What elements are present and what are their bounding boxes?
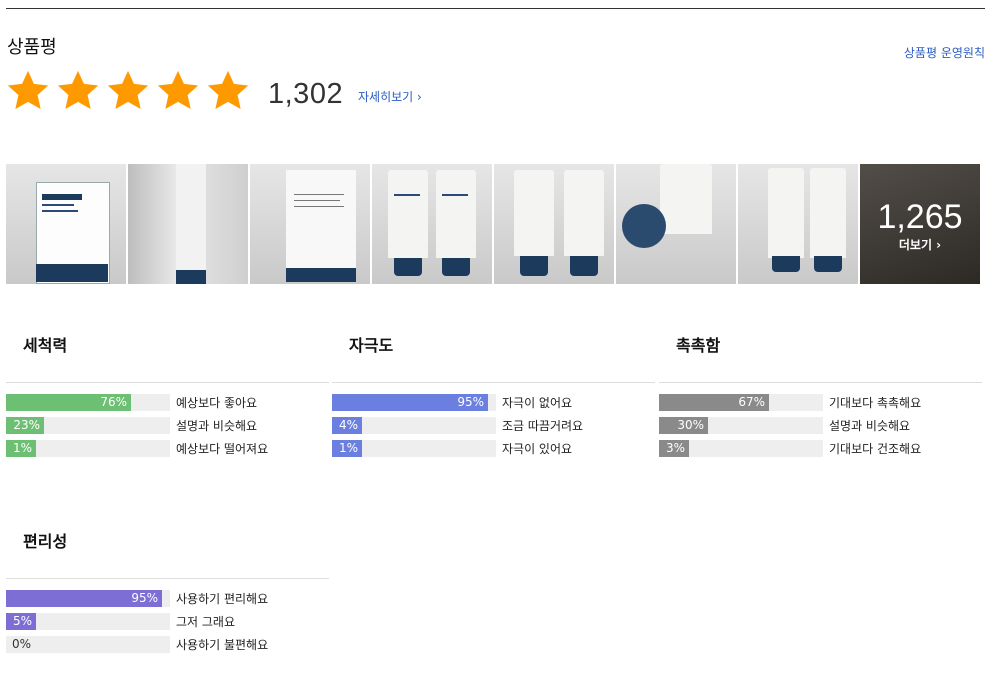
top-divider [6, 8, 985, 9]
star-icon [107, 70, 149, 110]
percent-bar: 4% [332, 417, 496, 434]
star-icon [207, 70, 249, 110]
survey-row: 95% 사용하기 편리해요 [6, 590, 268, 607]
survey-row: 1% 예상보다 떨어져요 [6, 440, 268, 457]
percent-value: 95% [457, 395, 484, 409]
percent-value: 67% [738, 395, 765, 409]
survey-divider [332, 382, 655, 383]
percent-bar: 1% [332, 440, 496, 457]
more-photos-count: 1,265 [877, 198, 963, 236]
survey-row: 4% 조금 따끔거려요 [332, 417, 583, 434]
chevron-right-icon: › [417, 90, 422, 104]
survey-row: 95% 자극이 없어요 [332, 394, 572, 411]
survey-title: 자극도 [349, 336, 394, 355]
star-icon [157, 70, 199, 110]
survey-row: 0% 사용하기 불편해요 [6, 636, 268, 653]
survey-option-label: 설명과 비슷해요 [829, 419, 911, 433]
survey-option-label: 기대보다 건조해요 [829, 442, 922, 456]
percent-bar: 76% [6, 394, 170, 411]
survey-3: 촉촉함 67% 기대보다 촉촉해요 30% 설명과 비슷해요 3% 기대보다 건조해요 [659, 330, 983, 460]
percent-value: 1% [12, 441, 32, 455]
more-photos-label: 더보기 › [898, 238, 942, 252]
survey-row: 30% 설명과 비슷해요 [659, 417, 910, 434]
percent-bar: 1% [6, 440, 170, 457]
review-photo[interactable] [6, 164, 126, 284]
percent-value: 3% [665, 441, 685, 455]
star-icon [57, 70, 99, 110]
star-rating [5, 68, 255, 114]
survey-option-label: 그저 그래요 [176, 615, 236, 629]
review-photo[interactable] [738, 164, 858, 284]
review-photo[interactable] [616, 164, 736, 284]
survey-option-label: 사용하기 편리해요 [176, 592, 269, 606]
review-photo[interactable] [250, 164, 370, 284]
survey-row: 1% 자극이 있어요 [332, 440, 572, 457]
survey-title: 촉촉함 [676, 336, 721, 355]
review-count: 1,302 [268, 78, 344, 110]
survey-option-label: 자극이 있어요 [502, 442, 573, 456]
percent-bar: 5% [6, 613, 170, 630]
percent-value: 4% [338, 418, 358, 432]
survey-option-label: 사용하기 불편해요 [176, 638, 269, 652]
survey-row: 23% 설명과 비슷해요 [6, 417, 257, 434]
percent-value: 30% [677, 418, 704, 432]
survey-row: 3% 기대보다 건조해요 [659, 440, 921, 457]
survey-2: 자극도 95% 자극이 없어요 4% 조금 따끔거려요 1% 자극이 있어요 [332, 330, 656, 460]
photo-strip: 1,265 더보기 › [6, 164, 980, 284]
survey-row: 67% 기대보다 촉촉해요 [659, 394, 921, 411]
percent-value: 23% [13, 418, 40, 432]
survey-divider [6, 382, 329, 383]
percent-bar: 3% [659, 440, 823, 457]
percent-bar: 23% [6, 417, 170, 434]
survey-row: 5% 그저 그래요 [6, 613, 235, 630]
survey-1: 세척력 76% 예상보다 좋아요 23% 설명과 비슷해요 1% 예상보다 떨어져요 [6, 330, 330, 460]
detail-link[interactable]: 자세히보기 › [358, 88, 422, 105]
survey-option-label: 조금 따끔거려요 [502, 419, 584, 433]
chevron-right-icon: › [936, 238, 942, 252]
review-photo[interactable] [372, 164, 492, 284]
survey-title: 편리성 [23, 532, 68, 551]
percent-bar: 30% [659, 417, 823, 434]
percent-value: 5% [12, 614, 32, 628]
survey-option-label: 예상보다 좋아요 [176, 396, 258, 410]
review-policy-link[interactable]: 상품평 운영원칙 [904, 44, 985, 61]
survey-option-label: 설명과 비슷해요 [176, 419, 258, 433]
more-photos-button[interactable]: 1,265 더보기 › [860, 164, 980, 284]
percent-bar: 0% [6, 636, 170, 653]
star-icon [7, 70, 49, 110]
percent-value: 95% [131, 591, 158, 605]
survey-4: 편리성 95% 사용하기 편리해요 5% 그저 그래요 0% 사용하기 불편해요 [6, 526, 330, 656]
survey-divider [659, 382, 982, 383]
percent-bar: 67% [659, 394, 823, 411]
review-photo[interactable] [128, 164, 248, 284]
survey-option-label: 예상보다 떨어져요 [176, 442, 269, 456]
survey-row: 76% 예상보다 좋아요 [6, 394, 257, 411]
percent-value: 0% [12, 637, 32, 651]
percent-value: 76% [100, 395, 127, 409]
page-title: 상품평 [7, 37, 57, 58]
survey-divider [6, 578, 329, 579]
detail-link-label: 자세히보기 [358, 90, 414, 104]
survey-option-label: 자극이 없어요 [502, 396, 573, 410]
survey-title: 세척력 [23, 336, 68, 355]
percent-value: 1% [338, 441, 358, 455]
survey-option-label: 기대보다 촉촉해요 [829, 396, 922, 410]
percent-bar: 95% [332, 394, 496, 411]
percent-bar: 95% [6, 590, 170, 607]
review-photo[interactable] [494, 164, 614, 284]
